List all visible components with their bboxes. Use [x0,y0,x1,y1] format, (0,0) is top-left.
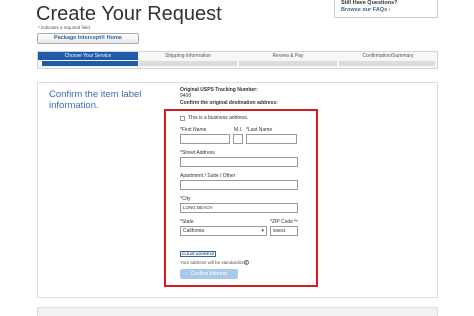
last-name-label: *Last Name [246,127,273,133]
page-title: Create Your Request [36,3,222,25]
step-bar-2 [139,61,237,66]
footer-bar [37,307,438,316]
apartment-field[interactable] [180,180,298,190]
confirm-address-button[interactable]: Confirm Address [180,269,238,279]
step-bar-4 [339,61,435,66]
section-heading: Confirm the item label information. [49,89,142,111]
last-name-field[interactable] [246,134,297,144]
tracking-number-value: 9400 [180,93,192,99]
zip-code-field[interactable]: 90803 [270,226,298,236]
step-bar-active [42,61,138,66]
business-address-label: This is a business address. [188,115,249,121]
state-select-value: California [183,228,205,234]
mi-field[interactable] [233,134,243,144]
state-label: *State [180,219,194,225]
city-field[interactable]: LONG BEACH [180,203,298,213]
step-review-pay: Review & Pay [272,53,304,59]
step-bar-3 [239,61,337,66]
info-icon[interactable]: i [244,260,249,265]
first-name-label: *First Name [180,127,207,133]
chevron-down-icon: ▾ [261,228,264,234]
first-name-field[interactable] [180,134,230,144]
step-shipping-information: Shipping Information [165,53,211,59]
required-field-note: * indicates a required field [38,25,90,30]
package-intercept-home-button[interactable]: Package Intercept® Home [37,33,139,44]
help-title: Still Have Questions? [341,0,398,6]
main-panel: Confirm the item label information. Orig… [37,82,438,298]
apartment-label: Apartment / Suite / Other [180,173,236,179]
business-address-checkbox[interactable] [180,116,185,121]
faq-link[interactable]: Browse our FAQs › [341,7,437,14]
help-box: Still Have Questions? Browse our FAQs › [334,0,438,18]
zip-code-label: *ZIP Code™ [270,219,298,225]
tracking-number-label: Original USPS Tracking Number: [180,87,258,93]
progress-steps: Choose Your Service Shipping Information… [37,51,438,69]
city-label: *City [180,196,191,202]
step-confirmation-summary: Confirmation/Summary [362,53,414,59]
step-choose-service: Choose Your Service [64,53,112,59]
mi-label: M.I. [234,127,243,133]
clear-address-button[interactable]: CLEAR ADDRESS [180,251,216,257]
confirm-address-label: Confirm the original destination address… [180,100,278,106]
state-select[interactable]: California ▾ [180,226,267,236]
street-address-label: *Street Address [180,150,215,156]
standardized-note: Your address will be standardized [180,260,248,265]
street-address-field[interactable] [180,157,298,167]
